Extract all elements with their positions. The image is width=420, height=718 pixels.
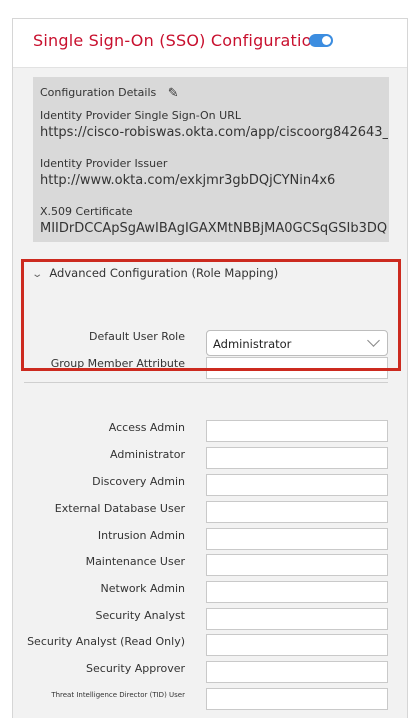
chevron-down-icon: ⌄ — [31, 269, 44, 280]
sso-config-panel: Single Sign-On (SSO) Configuration Confi… — [12, 18, 408, 718]
group-member-attribute-input[interactable] — [206, 357, 388, 379]
section-divider — [24, 382, 388, 383]
role-label-security-approver: Security Approver — [86, 662, 185, 675]
panel-title: Single Sign-On (SSO) Configuration — [33, 31, 322, 50]
details-heading-label: Configuration Details — [40, 86, 157, 99]
idp-sso-url-value: https://cisco-robiswas.okta.com/app/cisc… — [40, 125, 388, 140]
role-input-security-analyst-read-only[interactable] — [206, 634, 388, 656]
role-input-network-admin[interactable] — [206, 581, 388, 603]
role-input-discovery-admin[interactable] — [206, 474, 388, 496]
chevron-down-icon — [367, 334, 380, 347]
role-input-access-admin[interactable] — [206, 420, 388, 442]
role-label-administrator: Administrator — [110, 448, 185, 461]
role-label-tid-user: Threat Intelligence Director (TID) User — [51, 691, 185, 699]
sso-enable-toggle[interactable] — [309, 34, 333, 47]
default-user-role-select[interactable]: Administrator — [206, 330, 388, 356]
advanced-config-heading: Advanced Configuration (Role Mapping) — [49, 266, 279, 280]
advanced-config-toggle[interactable]: ⌄ Advanced Configuration (Role Mapping) — [31, 266, 279, 280]
default-user-role-label: Default User Role — [89, 330, 185, 343]
role-input-administrator[interactable] — [206, 447, 388, 469]
details-heading: Configuration Details ✎ — [40, 86, 179, 101]
role-input-tid-user[interactable] — [206, 688, 388, 710]
panel-body: Configuration Details ✎ Identity Provide… — [13, 68, 407, 718]
idp-issuer-value: http://www.okta.com/exkjmr3gbDQjCYNin4x6 — [40, 173, 336, 188]
role-label-security-analyst: Security Analyst — [95, 609, 185, 622]
role-input-maintenance-user[interactable] — [206, 554, 388, 576]
role-input-security-analyst[interactable] — [206, 608, 388, 630]
role-label-maintenance-user: Maintenance User — [85, 555, 185, 568]
panel-header: Single Sign-On (SSO) Configuration — [13, 19, 407, 68]
pencil-edit-icon[interactable]: ✎ — [168, 86, 179, 101]
role-label-discovery-admin: Discovery Admin — [92, 475, 185, 488]
default-user-role-value: Administrator — [213, 337, 292, 351]
role-label-security-analyst-read-only: Security Analyst (Read Only) — [27, 635, 185, 648]
role-input-security-approver[interactable] — [206, 661, 388, 683]
group-member-attribute-label: Group Member Attribute — [50, 357, 185, 370]
role-label-intrusion-admin: Intrusion Admin — [97, 529, 185, 542]
role-input-intrusion-admin[interactable] — [206, 528, 388, 550]
certificate-value: MIIDrDCCApSgAwIBAgIGAXMtNBBjMA0GCSqGSIb3… — [40, 221, 388, 236]
role-input-external-database-user[interactable] — [206, 501, 388, 523]
role-label-access-admin: Access Admin — [108, 421, 185, 434]
role-label-external-database-user: External Database User — [54, 502, 185, 515]
idp-sso-url-label: Identity Provider Single Sign-On URL — [40, 109, 241, 122]
idp-issuer-label: Identity Provider Issuer — [40, 157, 168, 170]
configuration-details-box: Configuration Details ✎ Identity Provide… — [33, 77, 389, 242]
toggle-knob — [322, 36, 331, 45]
certificate-label: X.509 Certificate — [40, 205, 133, 218]
role-label-network-admin: Network Admin — [100, 582, 185, 595]
